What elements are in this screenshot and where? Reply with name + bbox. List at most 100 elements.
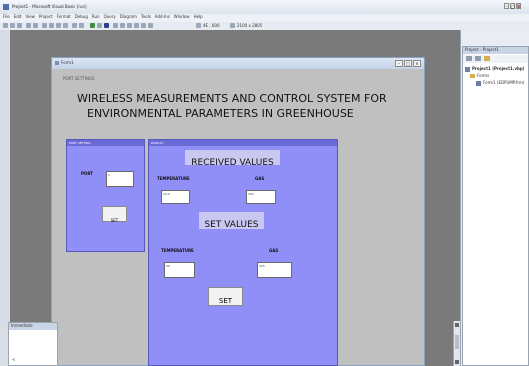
- data-view-icon[interactable]: [148, 23, 153, 28]
- page-heading-line-1: WIRELESS MEASUREMENTS AND CONTROL SYSTEM…: [77, 92, 387, 105]
- project-explorer-title-bar: Project - Project1: [463, 47, 528, 54]
- form-file-icon: [476, 80, 481, 86]
- menu-run[interactable]: Run: [92, 14, 100, 22]
- vb-ide-window: Project1 - Microsoft Visual Basic [run] …: [0, 0, 529, 366]
- find-icon[interactable]: [63, 23, 68, 28]
- form-window-controls: – □ ×: [395, 60, 421, 67]
- immediate-window: Immediate <: [8, 322, 58, 366]
- close-button[interactable]: ×: [516, 3, 521, 9]
- received-values-title: RECEIVED VALUES: [185, 150, 280, 168]
- toolbox-icon[interactable]: [141, 23, 146, 28]
- form-title: Form1: [61, 60, 74, 65]
- menu-help[interactable]: Help: [194, 14, 203, 22]
- redo-icon[interactable]: [79, 23, 84, 28]
- project-icon: [465, 66, 470, 72]
- paste-icon[interactable]: [56, 23, 61, 28]
- view-code-icon[interactable]: [466, 56, 472, 61]
- menu-debug[interactable]: Debug: [75, 14, 88, 22]
- set-temperature-input[interactable]: 30: [164, 262, 195, 278]
- position-readout: 4E , 600: [203, 23, 220, 28]
- tree-folder[interactable]: Forms: [470, 73, 489, 79]
- project-explorer: Project - Project1 Project1 (Project1.vb…: [462, 46, 529, 366]
- tree-root[interactable]: Project1 (Project1.vbp): [465, 66, 525, 72]
- menu-add-ins[interactable]: Add-Ins: [155, 14, 170, 22]
- project-explorer-toolbar: [463, 55, 528, 63]
- received-gas-field: 302: [246, 190, 276, 204]
- menu-bar: File Edit View Project Format Debug Run …: [0, 14, 529, 22]
- port-set-button[interactable]: SET: [102, 206, 127, 223]
- tree-item[interactable]: Form1 (EDPUMP.frm): [476, 80, 524, 86]
- immediate-cursor[interactable]: <: [12, 357, 15, 363]
- display-panel-title: DISPLAY: [151, 141, 164, 145]
- menu-format[interactable]: Format: [57, 14, 71, 22]
- form-title-bar: Form1 – □ ×: [52, 58, 424, 69]
- open-icon[interactable]: [26, 23, 31, 28]
- project-tree: Project1 (Project1.vbp) Forms Form1 (EDP…: [465, 66, 528, 106]
- position-icon: [196, 23, 201, 28]
- add-form-icon[interactable]: [10, 23, 15, 28]
- received-temperature-label: TEMPERATURE: [157, 176, 190, 181]
- form-minimize-button[interactable]: –: [395, 60, 403, 67]
- display-panel-title-bar: DISPLAY: [149, 140, 337, 146]
- page-heading-line-2: ENVIRONMENTAL PARAMETERS IN GREENHOUSE: [87, 107, 354, 120]
- menu-file[interactable]: File: [3, 14, 10, 22]
- break-icon[interactable]: [97, 23, 102, 28]
- project-root-label: Project1 (Project1.vbp): [472, 66, 525, 71]
- form-icon: [55, 61, 59, 65]
- menu-diagram[interactable]: Diagram: [120, 14, 137, 22]
- view-object-icon[interactable]: [475, 56, 481, 61]
- project-explorer-icon[interactable]: [113, 23, 118, 28]
- start-icon[interactable]: [90, 23, 95, 28]
- copy-icon[interactable]: [49, 23, 54, 28]
- add-project-icon[interactable]: [3, 23, 8, 28]
- port-set-label: SET: [110, 218, 119, 223]
- save-icon[interactable]: [33, 23, 38, 28]
- form-close-button[interactable]: ×: [413, 60, 421, 67]
- immediate-title-bar: Immediate: [9, 323, 57, 330]
- size-icon: [230, 23, 235, 28]
- set-values-title: SET VALUES: [199, 212, 264, 230]
- maximize-button[interactable]: □: [510, 3, 515, 9]
- scroll-up-arrow-icon[interactable]: [455, 323, 459, 327]
- menu-window[interactable]: Window: [174, 14, 190, 22]
- workspace-scrollbar[interactable]: [453, 321, 460, 366]
- immediate-title: Immediate: [11, 323, 33, 328]
- end-icon[interactable]: [104, 23, 109, 28]
- received-gas-label: GAS: [255, 176, 265, 181]
- set-temperature-label: TEMPERATURE: [161, 248, 194, 253]
- form-maximize-button[interactable]: □: [404, 60, 412, 67]
- window-title: Project1 - Microsoft Visual Basic [run]: [12, 4, 87, 9]
- port-panel-title: PORT SETTING: [69, 141, 91, 145]
- size-readout: 2100 x 2805: [237, 23, 263, 28]
- menu-project[interactable]: Project: [39, 14, 53, 22]
- form-tab-label: PORT SETTINGS: [63, 76, 95, 81]
- menu-view[interactable]: View: [25, 14, 35, 22]
- scroll-thumb[interactable]: [455, 335, 459, 349]
- properties-icon[interactable]: [120, 23, 125, 28]
- port-panel-title-bar: PORT SETTING: [67, 140, 144, 146]
- port-label: PORT: [81, 171, 93, 176]
- forms-folder-label: Forms: [477, 73, 490, 78]
- set-values-button[interactable]: SET: [208, 287, 243, 306]
- title-bar: Project1 - Microsoft Visual Basic [run] …: [0, 0, 529, 14]
- minimize-button[interactable]: –: [504, 3, 509, 9]
- received-temperature-field: 24.0: [161, 190, 190, 204]
- cut-icon[interactable]: [42, 23, 47, 28]
- object-browser-icon[interactable]: [134, 23, 139, 28]
- menu-query[interactable]: Query: [104, 14, 116, 22]
- menu-editor-icon[interactable]: [17, 23, 22, 28]
- set-gas-label: GAS: [269, 248, 279, 253]
- port-input[interactable]: 1: [106, 171, 134, 187]
- scroll-down-arrow-icon[interactable]: [455, 360, 459, 364]
- toolbar: 4E , 600 2100 x 2805: [0, 22, 529, 30]
- set-gas-input[interactable]: 325: [257, 262, 292, 278]
- toggle-folders-icon[interactable]: [484, 56, 490, 61]
- window-controls: – □ ×: [504, 3, 521, 10]
- form-layout-icon[interactable]: [127, 23, 132, 28]
- port-setting-panel: PORT SETTING PORT 1 SET: [66, 139, 145, 252]
- menu-tools[interactable]: Tools: [141, 14, 151, 22]
- undo-icon[interactable]: [72, 23, 77, 28]
- project-explorer-title: Project - Project1: [465, 47, 499, 52]
- set-values-button-label: SET: [218, 297, 233, 305]
- menu-edit[interactable]: Edit: [14, 14, 22, 22]
